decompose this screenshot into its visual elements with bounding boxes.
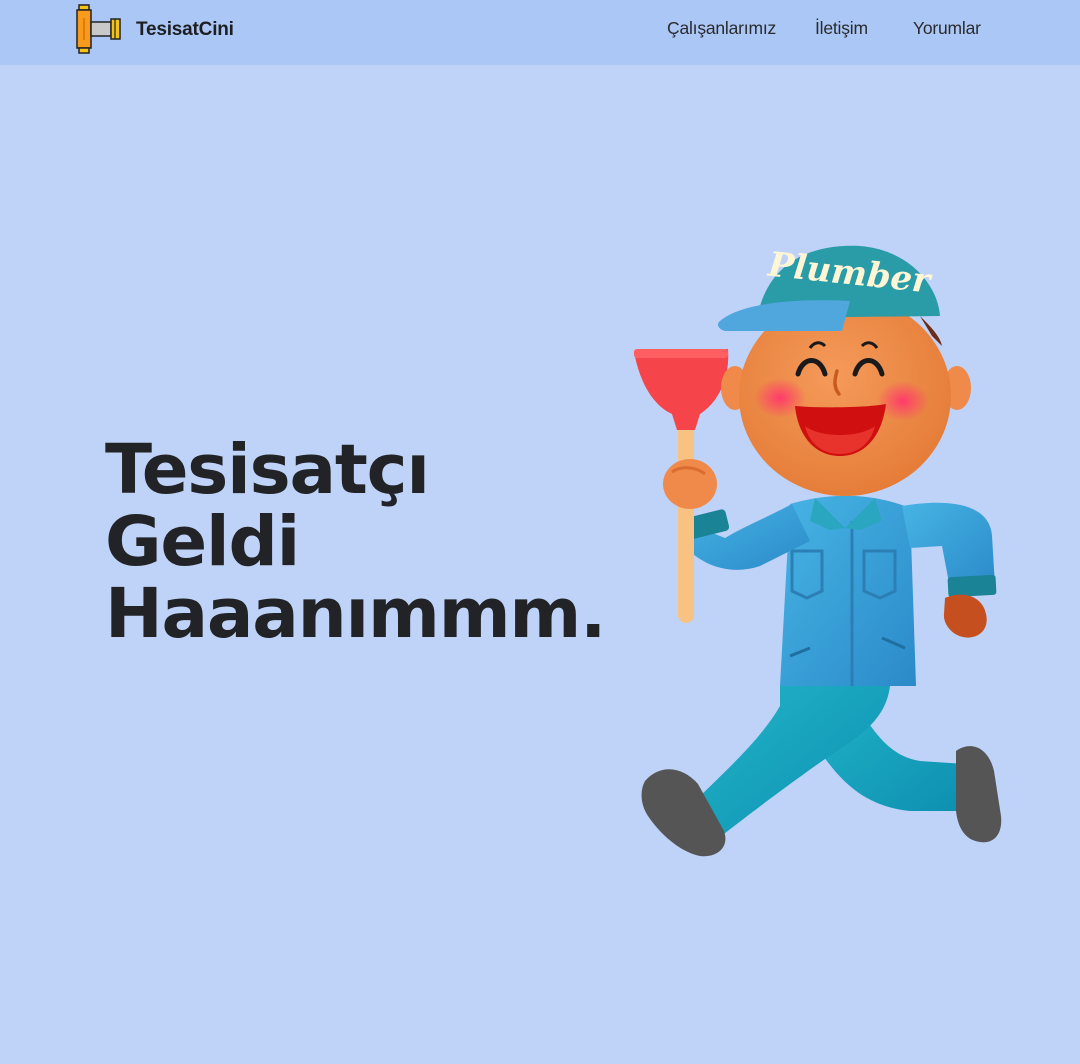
hero-title: Tesisatçı Geldi Haaanımmm. bbox=[105, 430, 606, 654]
hero-title-line-3: Haaanımmm. bbox=[105, 574, 606, 654]
hero-title-line-2: Geldi bbox=[105, 502, 300, 582]
brand-logo-link[interactable]: TesisatCini bbox=[76, 4, 234, 54]
hero-title-line-1: Tesisatçı bbox=[105, 430, 430, 510]
nav-link-calisanlarimiz[interactable]: Çalışanlarımız bbox=[667, 18, 776, 39]
nav-link-yorumlar[interactable]: Yorumlar bbox=[913, 18, 981, 39]
nav-link-iletisim[interactable]: İletişim bbox=[815, 18, 868, 39]
plumber-illustration: Plumber bbox=[634, 245, 1002, 857]
brand-name: TesisatCini bbox=[136, 18, 234, 40]
pipe-fitting-icon bbox=[76, 4, 121, 54]
navbar: TesisatCini Çalışanlarımız İletişim Yoru… bbox=[0, 0, 1080, 65]
